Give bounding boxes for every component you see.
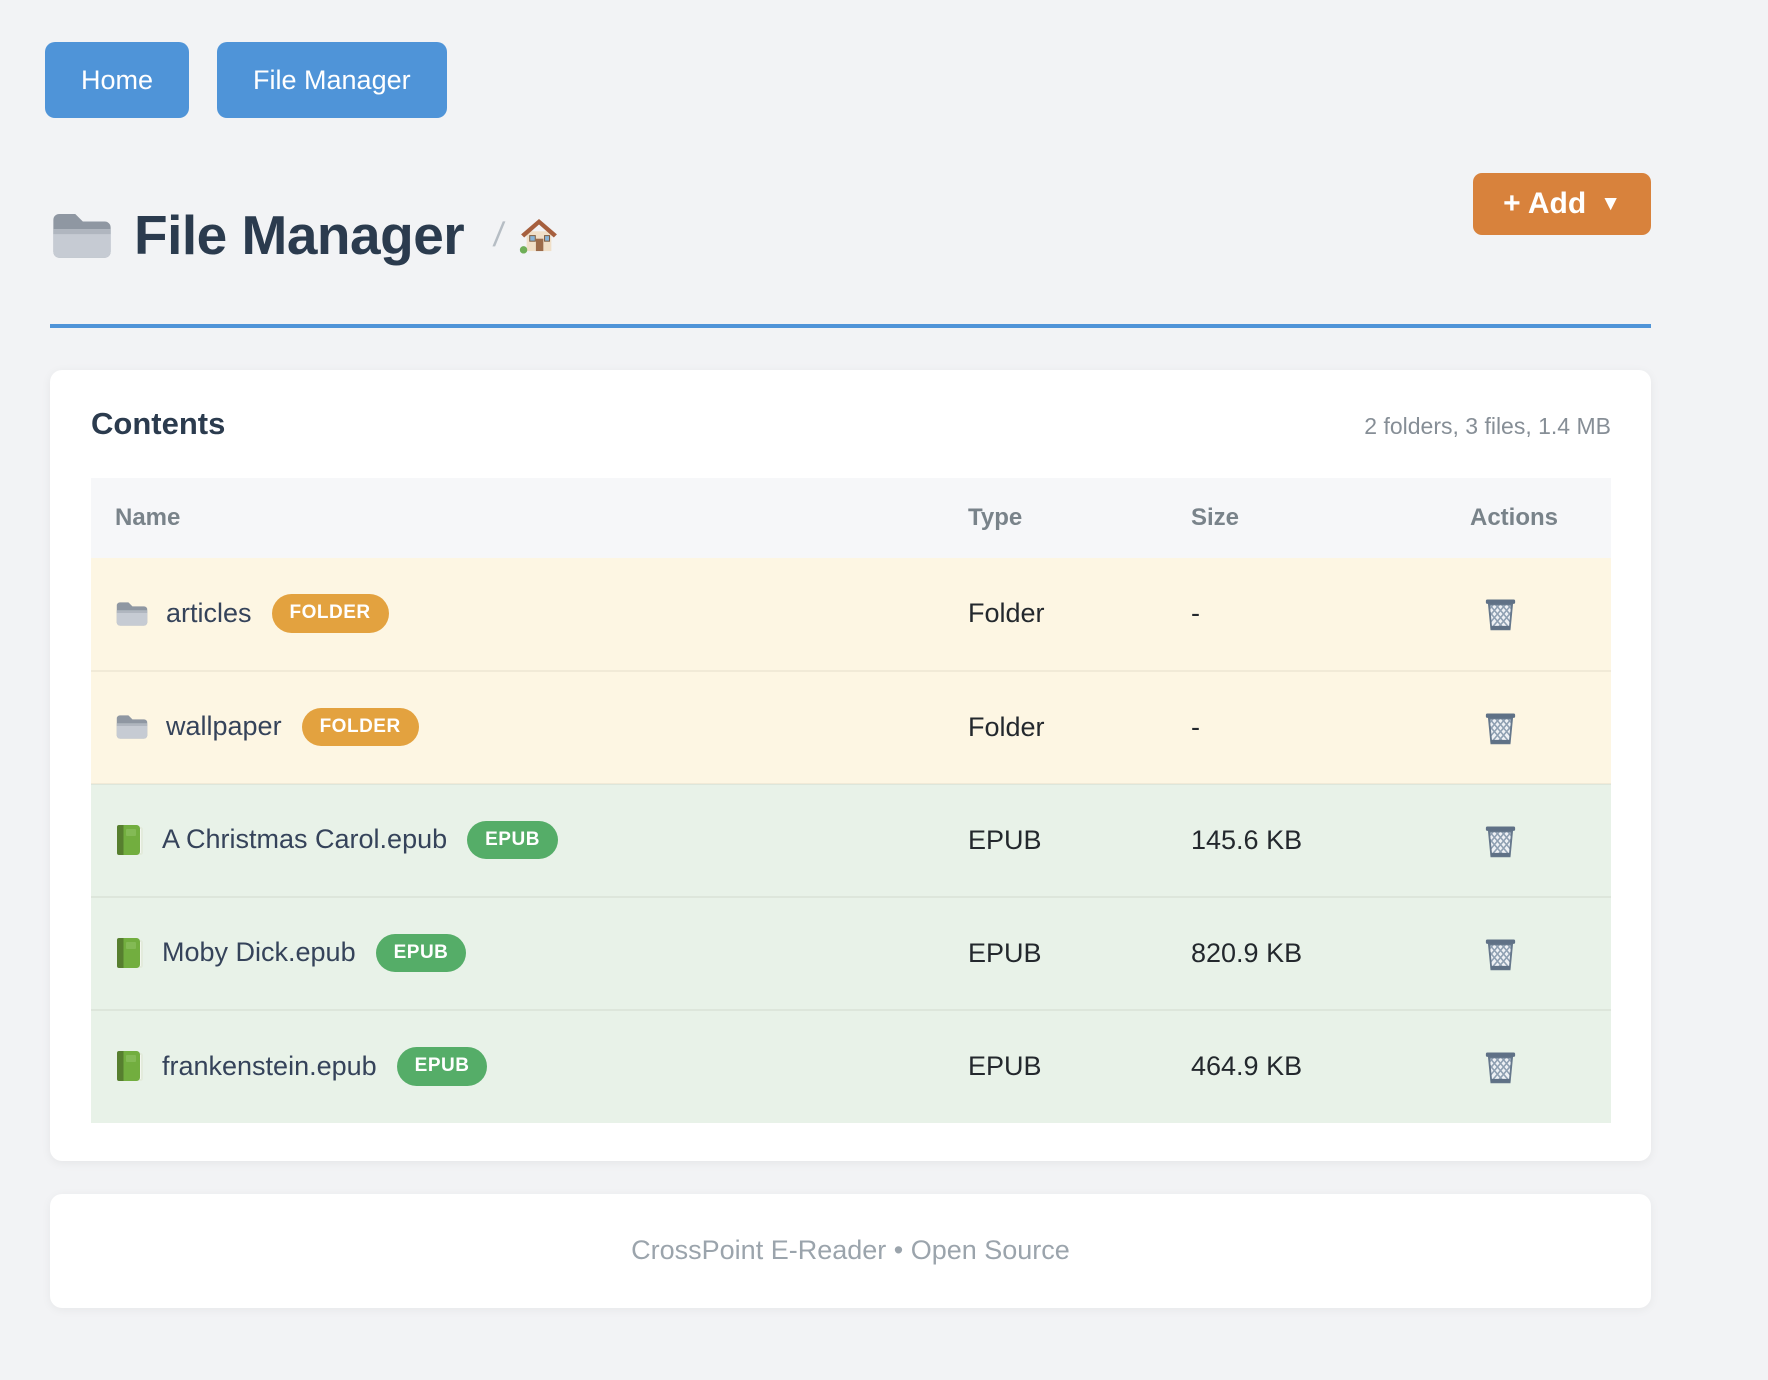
file-name: frankenstein.epub <box>162 1051 377 1082</box>
file-name: articles <box>166 598 252 629</box>
file-type: EPUB <box>944 897 1167 1010</box>
file-type: Folder <box>944 671 1167 784</box>
footer: CrossPoint E-Reader • Open Source <box>50 1194 1651 1308</box>
trash-icon <box>1482 1047 1519 1086</box>
caret-down-icon: ▼ <box>1600 192 1621 216</box>
table-row[interactable]: A Christmas Carol.epub EPUB EPUB 145.6 K… <box>91 784 1611 897</box>
delete-button[interactable] <box>1482 934 1519 973</box>
trash-icon <box>1482 708 1519 747</box>
trash-icon <box>1482 594 1519 633</box>
breadcrumb-separator: / <box>491 216 506 255</box>
contents-card-header: Contents 2 folders, 3 files, 1.4 MB <box>91 406 1611 442</box>
page-header: File Manager / + Add ▼ <box>50 173 1651 266</box>
home-icon[interactable] <box>518 215 560 255</box>
folder-icon <box>50 208 114 262</box>
file-size: - <box>1167 558 1446 671</box>
nav-home-button[interactable]: Home <box>45 42 189 118</box>
add-button[interactable]: + Add ▼ <box>1473 173 1651 235</box>
folder-icon <box>115 712 149 741</box>
folder-icon <box>115 599 149 628</box>
file-name: wallpaper <box>166 711 282 742</box>
nav-file-manager-button[interactable]: File Manager <box>217 42 447 118</box>
file-type: Folder <box>944 558 1167 671</box>
files-table: Name Type Size Actions articles FOLDER <box>91 478 1611 1123</box>
footer-text: CrossPoint E-Reader • Open Source <box>631 1235 1070 1266</box>
table-row[interactable]: frankenstein.epub EPUB EPUB 464.9 KB <box>91 1010 1611 1123</box>
table-row[interactable]: articles FOLDER Folder - <box>91 558 1611 671</box>
file-type: EPUB <box>944 1010 1167 1123</box>
file-size: 464.9 KB <box>1167 1010 1446 1123</box>
table-row[interactable]: wallpaper FOLDER Folder - <box>91 671 1611 784</box>
file-size: 820.9 KB <box>1167 897 1446 1010</box>
file-size: 145.6 KB <box>1167 784 1446 897</box>
green-book-icon <box>115 823 145 857</box>
delete-button[interactable] <box>1482 594 1519 633</box>
contents-heading: Contents <box>91 406 225 442</box>
page-title: File Manager <box>134 205 464 266</box>
green-book-icon <box>115 936 145 970</box>
delete-button[interactable] <box>1482 1047 1519 1086</box>
folder-badge: FOLDER <box>272 594 389 633</box>
table-row[interactable]: Moby Dick.epub EPUB EPUB 820.9 KB <box>91 897 1611 1010</box>
header-rule <box>50 324 1651 328</box>
table-header-row: Name Type Size Actions <box>91 478 1611 558</box>
file-name: A Christmas Carol.epub <box>162 824 447 855</box>
column-header-name: Name <box>91 478 944 558</box>
top-nav: Home File Manager <box>45 42 1651 118</box>
column-header-size: Size <box>1167 478 1446 558</box>
column-header-actions: Actions <box>1446 478 1611 558</box>
folder-badge: FOLDER <box>302 708 419 747</box>
delete-button[interactable] <box>1482 821 1519 860</box>
contents-summary: 2 folders, 3 files, 1.4 MB <box>1364 413 1611 440</box>
trash-icon <box>1482 821 1519 860</box>
epub-badge: EPUB <box>467 821 558 860</box>
title-group: File Manager / <box>50 205 560 266</box>
column-header-type: Type <box>944 478 1167 558</box>
trash-icon <box>1482 934 1519 973</box>
page: Home File Manager File Manager / + Add ▼… <box>50 0 1651 1308</box>
delete-button[interactable] <box>1482 708 1519 747</box>
file-type: EPUB <box>944 784 1167 897</box>
contents-card: Contents 2 folders, 3 files, 1.4 MB Name… <box>50 370 1651 1161</box>
file-name: Moby Dick.epub <box>162 937 356 968</box>
epub-badge: EPUB <box>376 934 467 973</box>
file-size: - <box>1167 671 1446 784</box>
epub-badge: EPUB <box>397 1047 488 1086</box>
green-book-icon <box>115 1049 145 1083</box>
add-button-label: + Add <box>1503 187 1586 221</box>
